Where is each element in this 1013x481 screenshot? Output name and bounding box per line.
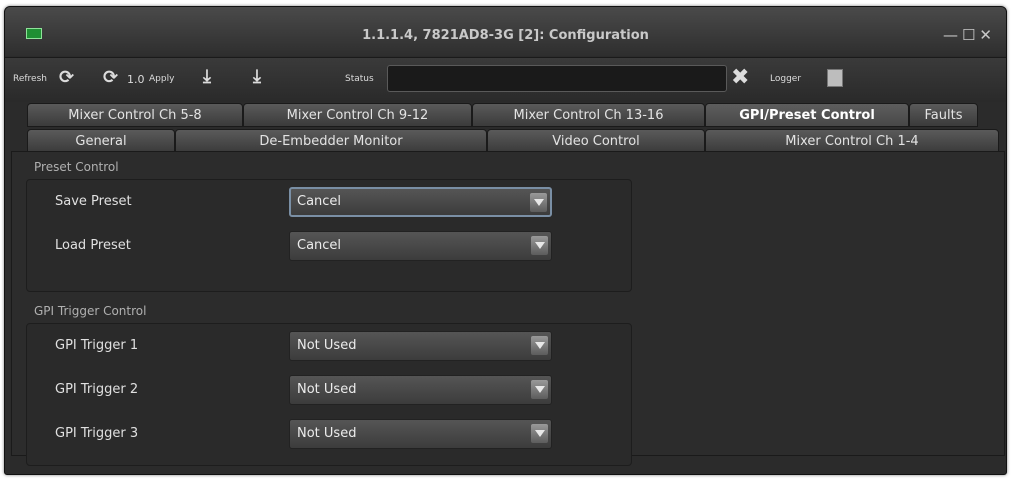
gpi-trigger-3-value: Not Used [297,426,357,441]
tab-mixer-ch-5-8[interactable]: Mixer Control Ch 5-8 [27,103,243,127]
window-title: 1.1.1.4, 7821AD8-3G [2]: Configuration [362,28,649,43]
status-label: Status [345,74,374,84]
preset-control-heading: Preset Control [34,160,119,174]
status-field [387,65,727,92]
title-bar[interactable]: 1.1.1.4, 7821AD8-3G [2]: Configuration —… [5,7,1006,56]
tab-content-panel: Preset Control Save Preset Cancel Load P… [11,151,1005,466]
refresh-button[interactable]: Refresh [13,74,47,84]
tab-faults[interactable]: Faults [909,103,978,127]
tab-de-embedder-monitor[interactable]: De-Embedder Monitor [175,129,487,153]
download-all-icon[interactable]: ⤓ [253,66,261,87]
minimize-icon[interactable]: — [943,26,962,44]
window-controls: —☐✕ [943,26,996,44]
chevron-down-icon[interactable] [530,193,547,212]
close-icon[interactable]: ✖ [731,65,749,90]
gpi-trigger-3-dropdown[interactable]: Not Used [289,419,552,449]
version-label: 1.0 [127,73,145,86]
save-preset-dropdown[interactable]: Cancel [289,187,552,217]
gpi-trigger-group: GPI Trigger 1 Not Used GPI Trigger 2 Not… [26,323,632,466]
gpi-trigger-2-label: GPI Trigger 2 [55,382,139,397]
apply-button[interactable]: Apply [149,74,174,84]
preset-control-group: Save Preset Cancel Load Preset Cancel [26,179,632,292]
gpi-trigger-control-heading: GPI Trigger Control [34,304,147,318]
gpi-trigger-3-label: GPI Trigger 3 [55,426,139,441]
gpi-trigger-1-value: Not Used [297,338,357,353]
chevron-down-icon[interactable] [531,424,548,443]
tab-mixer-ch-1-4[interactable]: Mixer Control Ch 1-4 [705,129,999,153]
sync-icon[interactable]: ⟳ [103,67,118,88]
tab-gpi-preset-control[interactable]: GPI/Preset Control [705,103,909,127]
gpi-trigger-1-dropdown[interactable]: Not Used [289,331,552,361]
tab-video-control[interactable]: Video Control [487,129,705,153]
load-preset-dropdown[interactable]: Cancel [289,231,552,261]
chevron-down-icon[interactable] [531,236,548,255]
gpi-trigger-2-dropdown[interactable]: Not Used [289,375,552,405]
tab-mixer-ch-9-12[interactable]: Mixer Control Ch 9-12 [243,103,472,127]
close-icon[interactable]: ✕ [979,26,996,44]
load-preset-value: Cancel [297,238,342,253]
logger-button[interactable]: Logger [770,74,801,84]
chevron-down-icon[interactable] [531,336,548,355]
load-preset-label: Load Preset [55,238,131,253]
gpi-trigger-2-value: Not Used [297,382,357,397]
logger-icon[interactable] [827,69,843,87]
gpi-trigger-1-label: GPI Trigger 1 [55,338,139,353]
download-icon[interactable]: ⤓ [203,66,211,87]
save-preset-value: Cancel [297,194,342,209]
refresh-icon[interactable]: ⟳ [59,67,74,88]
tab-mixer-ch-13-16[interactable]: Mixer Control Ch 13-16 [472,103,705,127]
toolbar: Refresh ⟳ ⟳ 1.0 Apply ⤓ ⤓ Status ✖ Logge… [5,57,1006,102]
chevron-down-icon[interactable] [531,380,548,399]
maximize-icon[interactable]: ☐ [962,26,979,44]
save-preset-label: Save Preset [55,194,132,209]
tab-general[interactable]: General [27,129,175,153]
